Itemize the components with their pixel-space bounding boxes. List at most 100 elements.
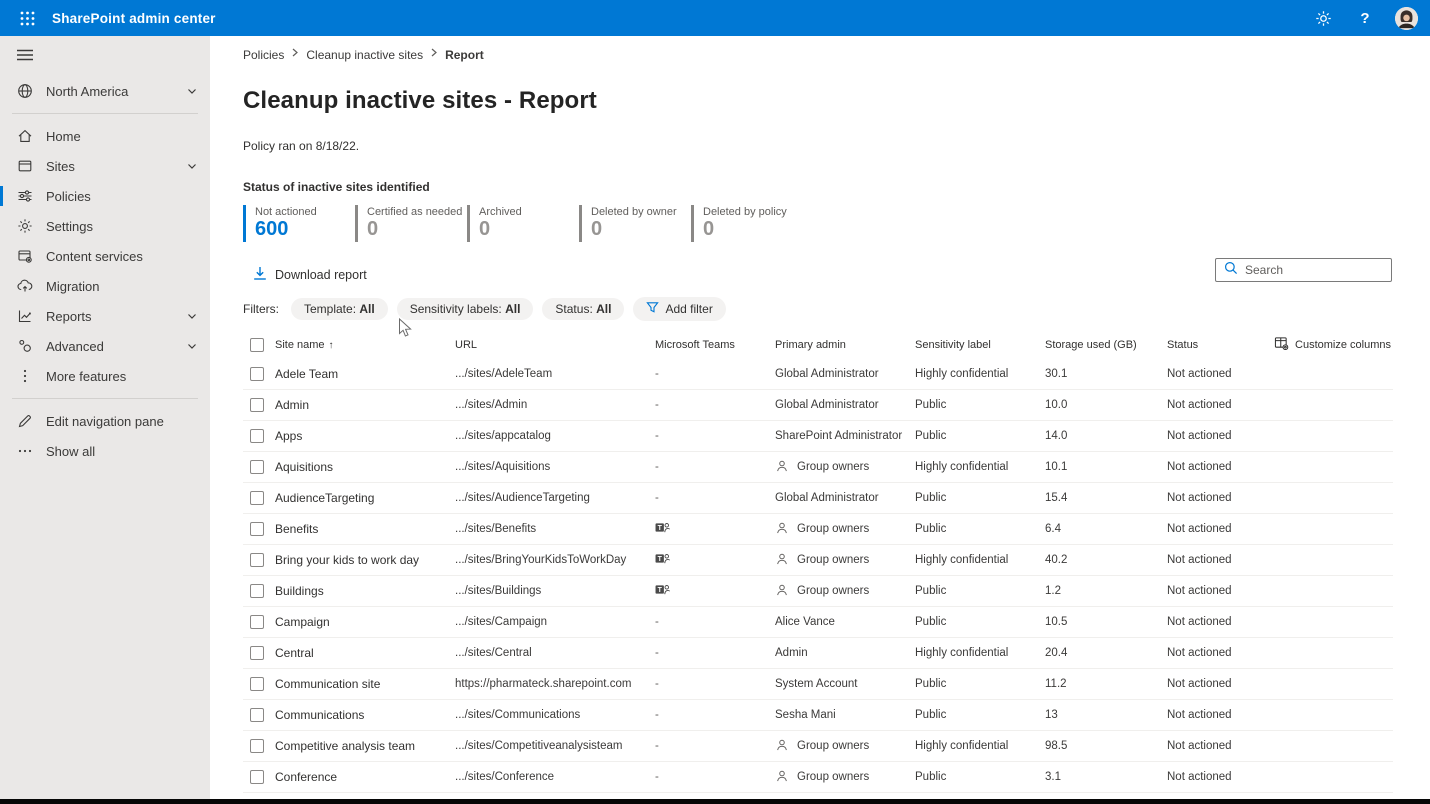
- row-checkbox[interactable]: [250, 584, 264, 598]
- sidebar-item-more-features[interactable]: More features: [0, 361, 210, 391]
- site-name-cell[interactable]: Bring your kids to work day: [275, 553, 455, 567]
- sidebar-item-settings[interactable]: Settings: [0, 211, 210, 241]
- sidebar-item-migration[interactable]: Migration: [0, 271, 210, 301]
- filter-pill-status[interactable]: Status: All: [542, 298, 624, 320]
- table-row[interactable]: Communication sitehttps://pharmateck.sha…: [243, 668, 1393, 699]
- status-counter-archived[interactable]: Archived0: [467, 205, 579, 242]
- column-header-primary-admin[interactable]: Primary admin: [775, 339, 915, 351]
- row-checkbox[interactable]: [250, 708, 264, 722]
- table-row[interactable]: Apps.../sites/appcatalog-SharePoint Admi…: [243, 420, 1393, 451]
- row-checkbox[interactable]: [250, 460, 264, 474]
- add-filter-button[interactable]: Add filter: [633, 297, 725, 321]
- row-checkbox[interactable]: [250, 522, 264, 536]
- table-row[interactable]: Aquisitions.../sites/Aquisitions-Group o…: [243, 451, 1393, 482]
- account-avatar[interactable]: [1395, 7, 1418, 30]
- site-name-cell[interactable]: Admin: [275, 398, 455, 412]
- table-row[interactable]: Campaign.../sites/Campaign-Alice VancePu…: [243, 606, 1393, 637]
- site-name-cell[interactable]: Campaign: [275, 615, 455, 629]
- counter-label: Not actioned: [255, 206, 355, 218]
- app-title: SharePoint admin center: [52, 11, 216, 26]
- sidebar-item-advanced[interactable]: Advanced: [0, 331, 210, 361]
- breadcrumb-item[interactable]: Cleanup inactive sites: [306, 48, 423, 62]
- site-name-cell[interactable]: Central: [275, 646, 455, 660]
- url-cell: .../sites/Conference: [455, 771, 655, 783]
- column-header-status[interactable]: Status: [1167, 339, 1198, 351]
- sensitivity-label-cell: Highly confidential: [915, 647, 1045, 659]
- table-row[interactable]: Benefits.../sites/BenefitsTGroup ownersP…: [243, 513, 1393, 544]
- table-row[interactable]: Central.../sites/Central-AdminHighly con…: [243, 637, 1393, 668]
- status-cell: Not actioned: [1167, 740, 1393, 752]
- row-checkbox[interactable]: [250, 646, 264, 660]
- policy-run-date: Policy ran on 8/18/22.: [243, 139, 1430, 153]
- column-header-sensitivity-label[interactable]: Sensitivity label: [915, 339, 1045, 351]
- teams-none-dash: -: [655, 647, 775, 659]
- breadcrumb-separator-icon: [291, 48, 299, 60]
- status-counter-certified-as-needed[interactable]: Certified as needed0: [355, 205, 467, 242]
- nav-collapse-hamburger-icon[interactable]: [0, 36, 210, 70]
- sidebar-item-content-services[interactable]: Content services: [0, 241, 210, 271]
- table-row[interactable]: Buildings.../sites/BuildingsTGroup owner…: [243, 575, 1393, 606]
- status-counter-deleted-by-policy[interactable]: Deleted by policy0: [691, 205, 803, 242]
- table-row[interactable]: Bring your kids to work day.../sites/Bri…: [243, 544, 1393, 575]
- filter-pill-template[interactable]: Template: All: [291, 298, 388, 320]
- row-checkbox[interactable]: [250, 739, 264, 753]
- app-launcher-waffle-icon[interactable]: [12, 3, 42, 33]
- row-checkbox[interactable]: [250, 770, 264, 784]
- site-name-cell[interactable]: Conference: [275, 770, 455, 784]
- settings-gear-icon[interactable]: [1311, 6, 1335, 30]
- row-checkbox[interactable]: [250, 553, 264, 567]
- sidebar-item-label: Settings: [46, 219, 93, 234]
- storage-used-cell: 14.0: [1045, 430, 1167, 442]
- column-header-storage-used-gb-[interactable]: Storage used (GB): [1045, 339, 1167, 351]
- sidebar-item-sites[interactable]: Sites: [0, 151, 210, 181]
- column-header-site-name[interactable]: Site name↑: [275, 339, 455, 351]
- row-checkbox[interactable]: [250, 615, 264, 629]
- table-row[interactable]: AudienceTargeting.../sites/AudienceTarge…: [243, 482, 1393, 513]
- sidebar-item-home[interactable]: Home: [0, 121, 210, 151]
- table-row[interactable]: Competitive analysis team.../sites/Compe…: [243, 730, 1393, 761]
- help-icon[interactable]: ?: [1353, 6, 1377, 30]
- sidebar-item-reports[interactable]: Reports: [0, 301, 210, 331]
- url-cell: .../sites/AdeleTeam: [455, 368, 655, 380]
- site-name-cell[interactable]: Adele Team: [275, 367, 455, 381]
- select-all-checkbox[interactable]: [250, 338, 264, 352]
- sidebar-region-selector[interactable]: North America: [0, 76, 210, 106]
- site-name-cell[interactable]: Buildings: [275, 584, 455, 598]
- sidebar-item-show-all[interactable]: Show all: [0, 436, 210, 466]
- column-header-url[interactable]: URL: [455, 339, 655, 351]
- teams-none-dash: -: [655, 399, 775, 411]
- site-name-cell[interactable]: Communications: [275, 708, 455, 722]
- sidebar-item-policies[interactable]: Policies: [0, 181, 210, 211]
- row-checkbox[interactable]: [250, 429, 264, 443]
- sidebar-divider: [12, 113, 198, 114]
- row-checkbox[interactable]: [250, 491, 264, 505]
- table-row[interactable]: Adele Team.../sites/AdeleTeam-Global Adm…: [243, 358, 1393, 389]
- sidebar-item-label: Migration: [46, 279, 99, 294]
- site-name-cell[interactable]: Benefits: [275, 522, 455, 536]
- counter-label: Deleted by policy: [703, 206, 803, 218]
- row-checkbox[interactable]: [250, 367, 264, 381]
- site-name-cell[interactable]: Apps: [275, 429, 455, 443]
- breadcrumb-item[interactable]: Policies: [243, 48, 284, 62]
- row-checkbox[interactable]: [250, 677, 264, 691]
- table-row[interactable]: Conference.../sites/Conference-Group own…: [243, 761, 1393, 792]
- row-checkbox[interactable]: [250, 398, 264, 412]
- table-row[interactable]: Communications.../sites/Communications-S…: [243, 699, 1393, 730]
- site-name-cell[interactable]: AudienceTargeting: [275, 491, 455, 505]
- migration-icon: [17, 278, 33, 294]
- table-row[interactable]: Admin.../sites/Admin-Global Administrato…: [243, 389, 1393, 420]
- status-counter-deleted-by-owner[interactable]: Deleted by owner0: [579, 205, 691, 242]
- sidebar-footer-nav: Edit navigation paneShow all: [0, 406, 210, 466]
- search-input[interactable]: [1245, 263, 1383, 277]
- site-name-cell[interactable]: Competitive analysis team: [275, 739, 455, 753]
- column-header-microsoft-teams[interactable]: Microsoft Teams: [655, 339, 775, 351]
- sidebar-item-edit-navigation-pane[interactable]: Edit navigation pane: [0, 406, 210, 436]
- download-report-button[interactable]: Download report: [253, 266, 403, 284]
- customize-columns-button[interactable]: Customize columns: [1274, 336, 1393, 353]
- person-icon: [775, 583, 789, 600]
- status-counter-not-actioned[interactable]: Not actioned600: [243, 205, 355, 242]
- filter-pill-sensitivity-labels[interactable]: Sensitivity labels: All: [397, 298, 534, 320]
- site-name-cell[interactable]: Communication site: [275, 677, 455, 691]
- site-name-cell[interactable]: Aquisitions: [275, 460, 455, 474]
- counter-value: 0: [703, 218, 803, 240]
